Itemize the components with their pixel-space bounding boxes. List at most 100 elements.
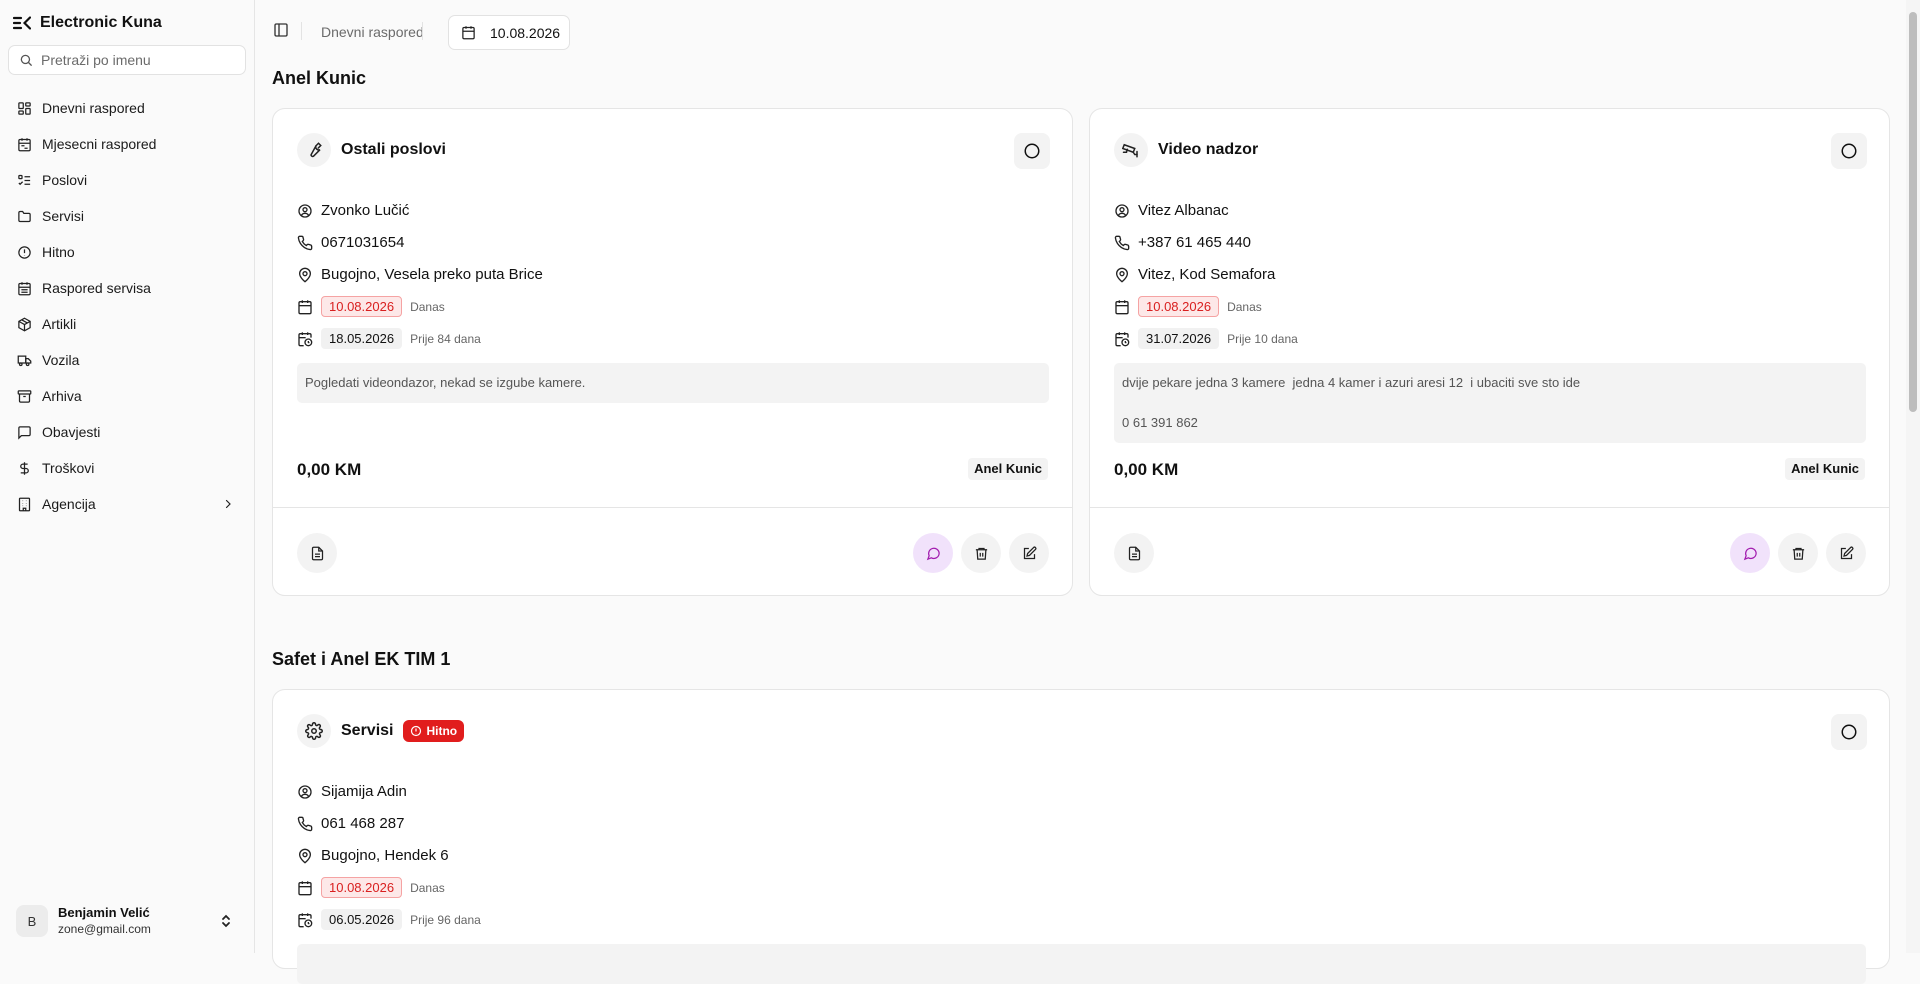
edit-button[interactable] [1826,533,1866,573]
client-name: Sijamija Adin [321,783,407,800]
building-icon [17,497,32,512]
sidebar-item-label: Mjesecni raspored [42,136,157,152]
top-bar: Dnevni raspored 10.08.2026 [256,0,1906,64]
sidebar-item-label: Hitno [42,244,75,260]
sidebar-item-hitno[interactable]: Hitno [8,234,246,270]
group-title: Anel Kunic [272,68,367,88]
assignee-badge: Anel Kunic [968,458,1048,480]
scheduled-date: 10.08.2026 [321,877,403,898]
user-circle-icon [1114,203,1130,219]
user-email: zone@gmail.com [58,922,151,936]
sidebar-item-raspored-servisa[interactable]: Raspored servisa [8,270,246,306]
package-icon [17,317,32,332]
logo-icon [13,16,31,30]
sidebar-nav: Dnevni raspored Mjesecni raspored Poslov… [8,90,246,522]
delete-button[interactable] [961,533,1001,573]
divider [422,22,423,40]
circle-icon [1840,142,1858,160]
sidebar-item-troskovi[interactable]: Troškovi [8,450,246,486]
phone-icon [297,816,313,832]
sidebar-item-vozila[interactable]: Vozila [8,342,246,378]
status-toggle[interactable] [1014,133,1050,169]
urgent-badge: Hitno [403,720,465,742]
sidebar-item-agencija[interactable]: Agencija [8,486,246,522]
scheduled-date: 10.08.2026 [1138,296,1220,317]
phone-number: +387 61 465 440 [1138,234,1252,251]
scrollbar[interactable] [1906,0,1920,953]
map-pin-icon [297,267,313,283]
trash-icon [1791,546,1806,561]
sidebar-item-label: Servisi [42,208,85,224]
created-date-row: 06.05.2026 Prije 96 dana [297,909,481,930]
user-circle-icon [297,784,313,800]
divider [1090,507,1889,508]
sidebar-item-poslovi[interactable]: Poslovi [8,162,246,198]
map-pin-icon [297,848,313,864]
phone-row: +387 61 465 440 [1114,234,1251,251]
scheduled-date-row: 10.08.2026 Danas [297,877,445,898]
address: Bugojno, Hendek 6 [321,847,449,864]
card-title: Servisi [341,722,394,739]
sidebar-item-dnevni-raspored[interactable]: Dnevni raspored [8,90,246,126]
search-input[interactable] [41,52,231,68]
sidebar-item-label: Vozila [42,352,80,368]
scrollbar-thumb[interactable] [1909,12,1917,412]
delete-button[interactable] [1778,533,1818,573]
app-name: Electronic Kuna [40,14,162,31]
comments-button[interactable] [913,533,953,573]
scheduled-relative: Danas [1227,299,1262,314]
breadcrumb: Dnevni raspored [321,24,424,40]
calendar-range-icon [17,137,32,152]
phone-number: 061 468 287 [321,815,405,832]
sidebar-item-artikli[interactable]: Artikli [8,306,246,342]
document-button[interactable] [1114,533,1154,573]
calendar-clock-icon [297,331,313,347]
note-line: Pogledati videondazor, nekad se izgube k… [305,375,586,390]
user-circle-icon [297,203,313,219]
price: 0,00 KM [297,460,362,479]
file-text-icon [1127,546,1142,561]
client-row: Zvonko Lučić [297,202,409,219]
sidebar-item-obavjesti[interactable]: Obavjesti [8,414,246,450]
sidebar-item-label: Arhiva [42,388,82,404]
created-date-row: 31.07.2026 Prije 10 dana [1114,328,1298,349]
trash-icon [974,546,989,561]
date-picker-button[interactable]: 10.08.2026 [448,15,570,50]
card-title: Ostali poslovi [341,141,446,158]
sidebar-item-label: Obavjesti [42,424,101,440]
sidebar-item-label: Poslovi [42,172,88,188]
divider [273,507,1072,508]
scheduled-date: 10.08.2026 [321,296,403,317]
created-date-row: 18.05.2026 Prije 84 dana [297,328,481,349]
user-name: Benjamin Velić [58,905,150,920]
comments-button[interactable] [1730,533,1770,573]
brand[interactable]: Electronic Kuna [13,14,162,32]
wrench-icon [297,133,331,167]
edit-button[interactable] [1009,533,1049,573]
sidebar: Electronic Kuna Dnevni raspored Mjesecni… [0,0,255,953]
sidebar-item-arhiva[interactable]: Arhiva [8,378,246,414]
circle-icon [1023,142,1041,160]
created-relative: Prije 10 dana [1227,331,1298,346]
calendar-clock-icon [1114,331,1130,347]
scheduled-relative: Danas [410,880,445,895]
address-row: Bugojno, Vesela preko puta Brice [297,266,543,283]
dollar-icon [17,461,32,476]
sidebar-item-servisi[interactable]: Servisi [8,198,246,234]
message-circle-icon [926,546,941,561]
status-toggle[interactable] [1831,133,1867,169]
scheduled-date-row: 10.08.2026 Danas [297,296,445,317]
document-button[interactable] [297,533,337,573]
circle-icon [1840,723,1858,741]
client-row: Sijamija Adin [297,783,407,800]
client-row: Vitez Albanac [1114,202,1229,219]
calendar-icon [461,25,476,40]
phone-row: 061 468 287 [297,815,404,832]
group-title: Safet i Anel EK TIM 1 [272,649,451,669]
sidebar-item-mjesecni-raspored[interactable]: Mjesecni raspored [8,126,246,162]
created-relative: Prije 84 dana [410,331,481,346]
status-toggle[interactable] [1831,714,1867,750]
alert-circle-icon [17,245,32,260]
user-menu[interactable]: B Benjamin Velić zone@gmail.com [8,899,246,943]
sidebar-toggle-icon[interactable] [273,22,289,38]
